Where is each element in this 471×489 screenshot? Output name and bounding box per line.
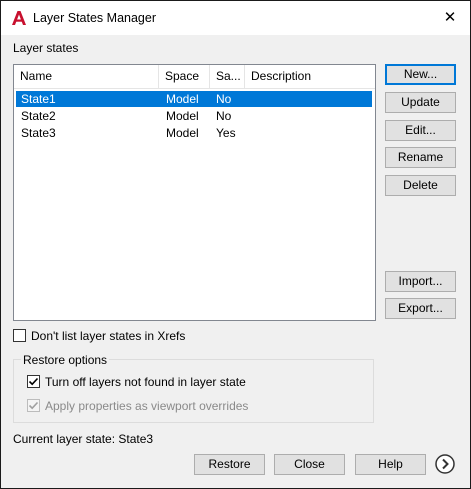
dont-list-xrefs-label: Don't list layer states in Xrefs <box>31 329 186 343</box>
column-header-space[interactable]: Space <box>159 65 210 88</box>
rename-button[interactable]: Rename <box>385 147 456 168</box>
cell-name: State3 <box>21 126 56 140</box>
window-title: Layer States Manager <box>33 11 156 25</box>
title-bar[interactable]: Layer States Manager ✕ <box>1 1 470 35</box>
cell-space: Model <box>166 92 199 106</box>
cell-space: Model <box>166 126 199 140</box>
table-row[interactable]: State2 Model No <box>16 108 372 124</box>
close-button[interactable]: Close <box>274 454 345 475</box>
delete-button[interactable]: Delete <box>385 175 456 196</box>
layer-states-label: Layer states <box>13 41 79 55</box>
help-button[interactable]: Help <box>355 454 426 475</box>
table-row[interactable]: State1 Model No <box>16 91 372 107</box>
dont-list-xrefs-checkbox[interactable] <box>13 329 26 342</box>
restore-button[interactable]: Restore <box>194 454 265 475</box>
new-button[interactable]: New... <box>385 64 456 85</box>
column-header-name[interactable]: Name <box>14 65 159 88</box>
checkmark-icon <box>28 377 39 386</box>
restore-options-group <box>13 359 374 423</box>
cell-name: State1 <box>21 92 56 106</box>
autocad-a-icon <box>12 11 26 25</box>
layer-states-list[interactable]: Name Space Sa... Description State1 Mode… <box>13 64 376 321</box>
column-header-description[interactable]: Description <box>245 65 375 88</box>
column-header-saved[interactable]: Sa... <box>210 65 245 88</box>
import-button[interactable]: Import... <box>385 271 456 292</box>
turn-off-layers-checkbox[interactable] <box>27 375 40 388</box>
cell-space: Model <box>166 109 199 123</box>
update-button[interactable]: Update <box>385 92 456 113</box>
turn-off-layers-label: Turn off layers not found in layer state <box>45 375 246 389</box>
cell-name: State2 <box>21 109 56 123</box>
checkmark-icon <box>28 401 39 410</box>
current-layer-state-text: Current layer state: State3 <box>13 432 154 446</box>
export-button[interactable]: Export... <box>385 298 456 319</box>
cell-saved: Yes <box>216 126 236 140</box>
cell-saved: No <box>216 92 232 106</box>
restore-options-legend: Restore options <box>21 353 110 367</box>
close-icon[interactable]: ✕ <box>440 8 460 28</box>
cell-saved: No <box>216 109 232 123</box>
edit-button[interactable]: Edit... <box>385 120 456 141</box>
apply-properties-label: Apply properties as viewport overrides <box>45 399 249 413</box>
layer-states-manager-dialog: Layer States Manager ✕ Layer states Name… <box>0 0 471 489</box>
list-header: Name Space Sa... Description <box>14 65 375 89</box>
chevron-right-circle-icon[interactable] <box>435 454 455 474</box>
apply-properties-checkbox <box>27 399 40 412</box>
table-row[interactable]: State3 Model Yes <box>16 125 372 141</box>
